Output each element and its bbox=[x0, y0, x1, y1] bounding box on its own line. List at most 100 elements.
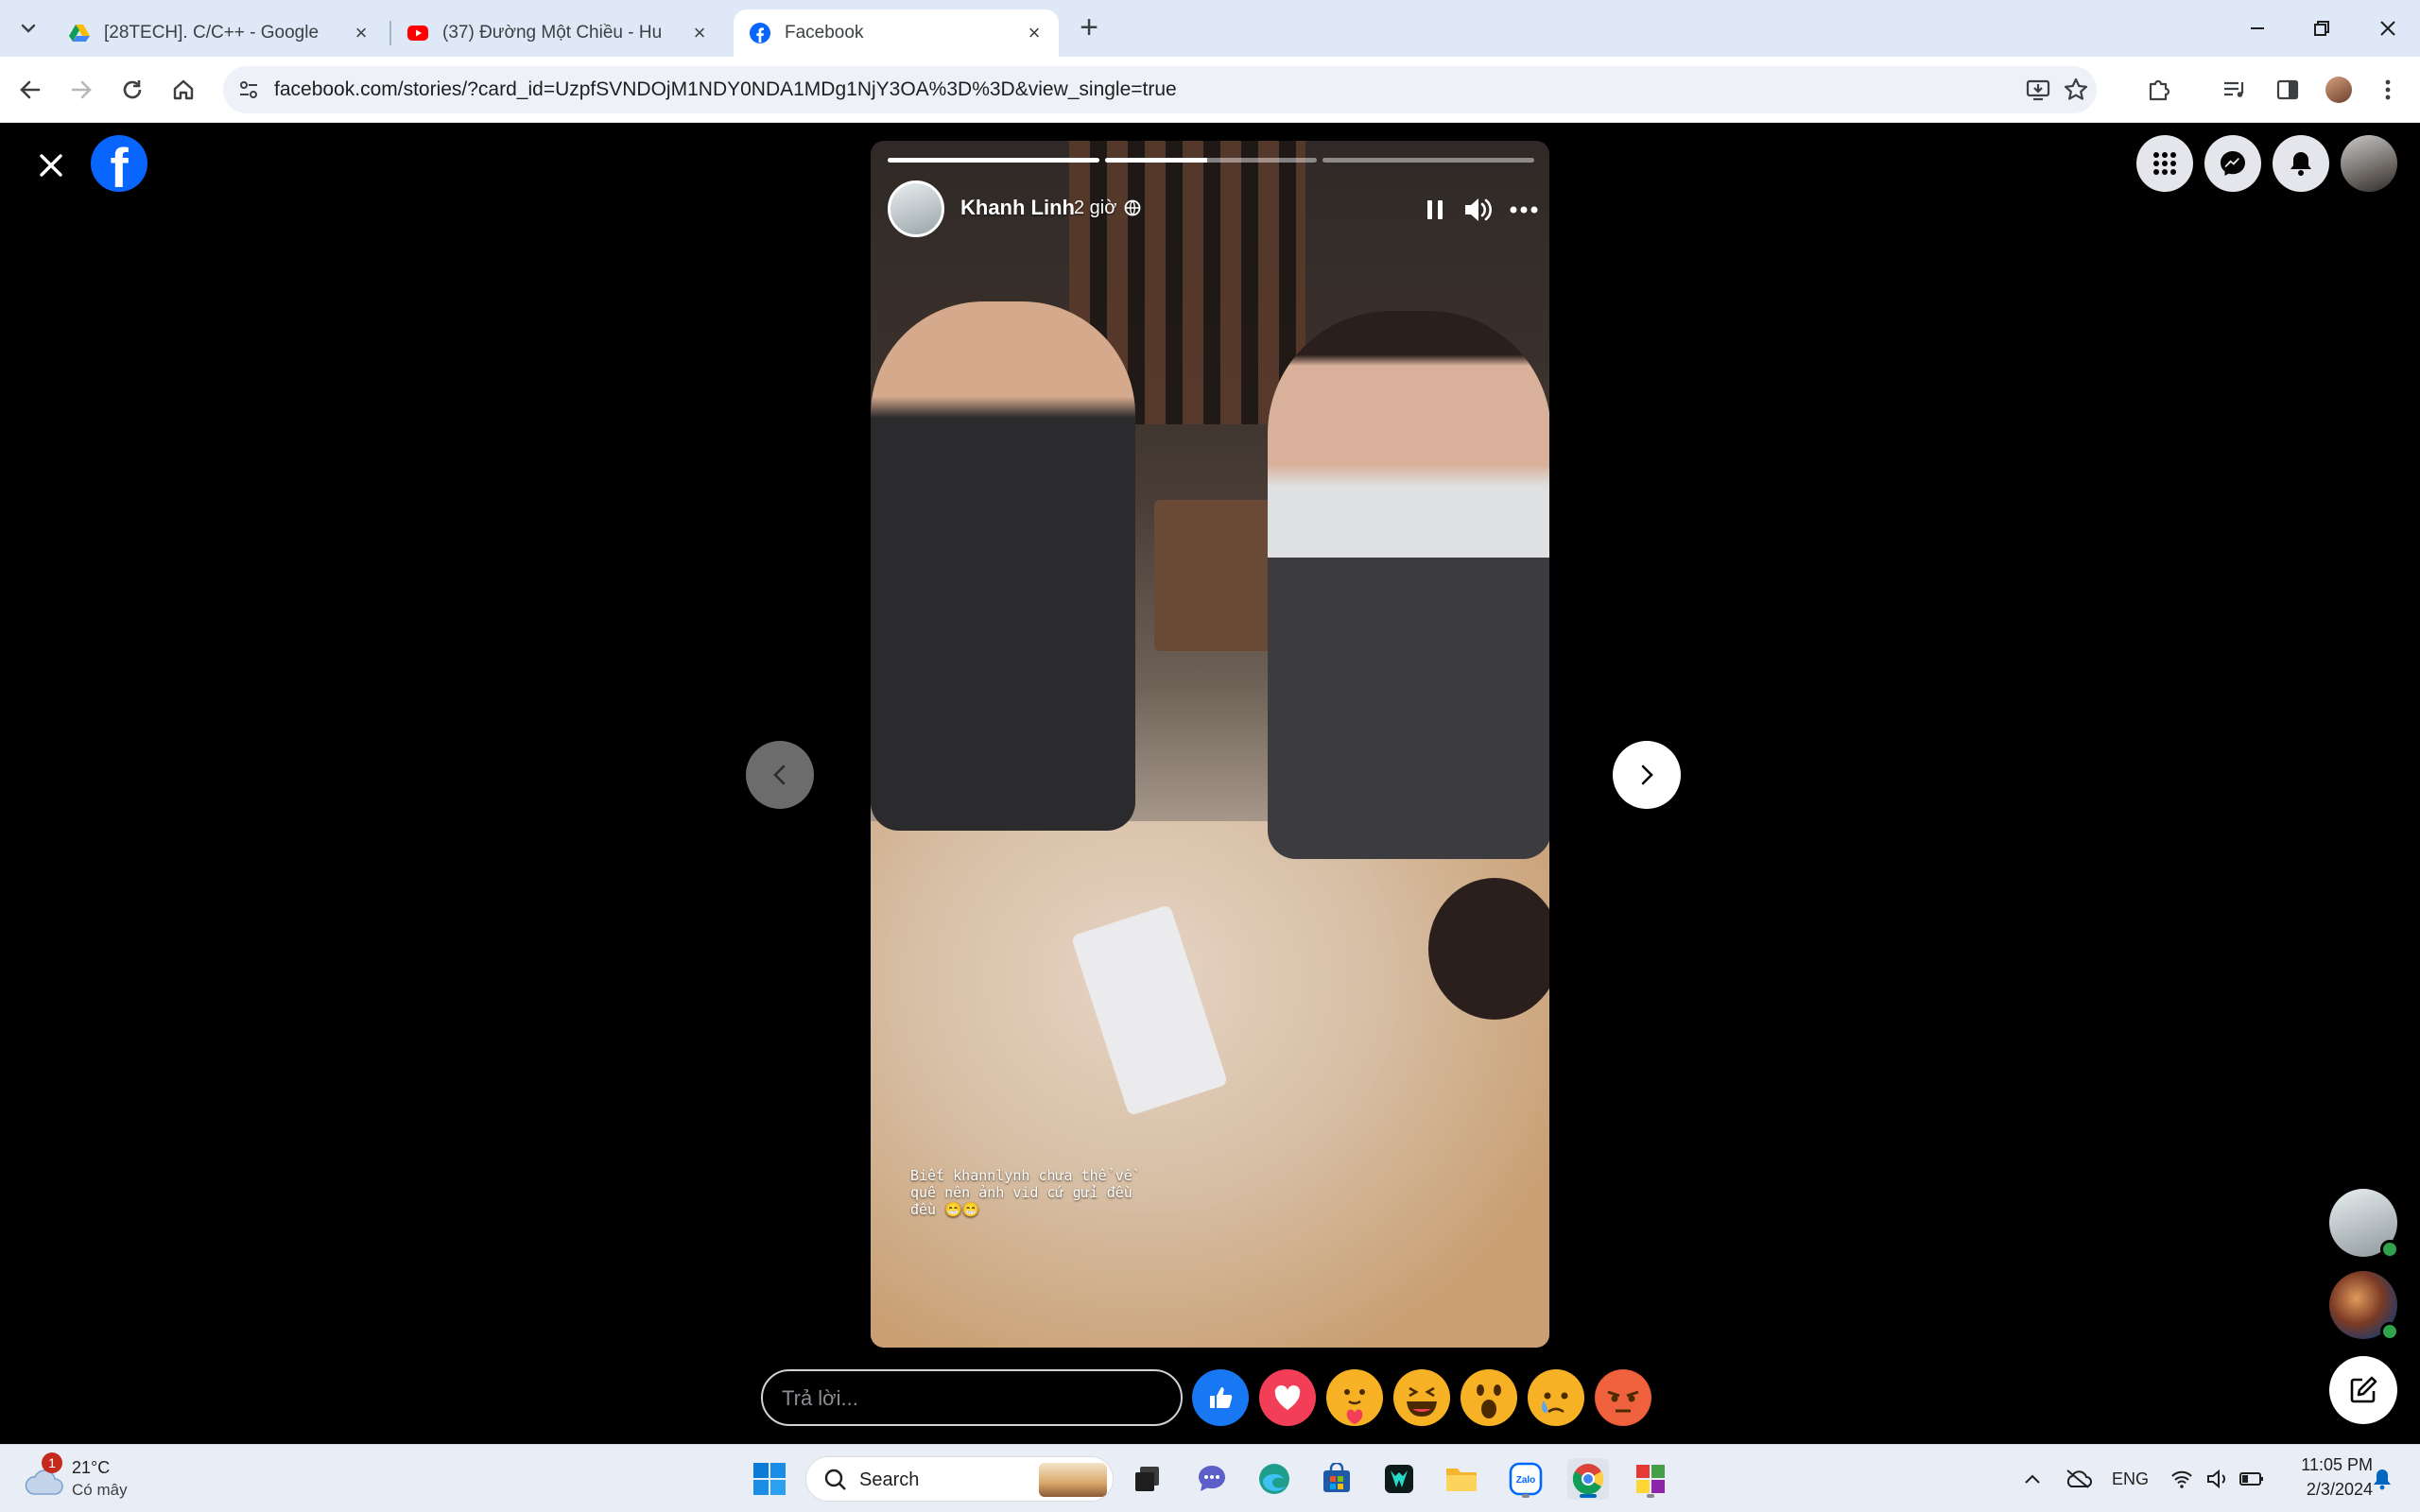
story-author-name[interactable]: Khanh Linh bbox=[960, 196, 1075, 220]
close-story-button[interactable] bbox=[32, 146, 70, 184]
bell-icon bbox=[2374, 1469, 2391, 1490]
puzzle-icon bbox=[2149, 79, 2170, 101]
show-hidden-icons-button[interactable] bbox=[2012, 1458, 2053, 1500]
next-story-button[interactable] bbox=[1613, 741, 1681, 809]
zalo-button[interactable]: Zalo bbox=[1505, 1458, 1547, 1500]
battery-icon bbox=[2239, 1472, 2263, 1486]
task-view-button[interactable] bbox=[1127, 1458, 1168, 1500]
new-tab-button[interactable]: + bbox=[1074, 11, 1104, 45]
reaction-love-button[interactable] bbox=[1259, 1369, 1316, 1426]
clock-time: 11:05 PM bbox=[2301, 1455, 2373, 1474]
close-tab-icon[interactable]: × bbox=[1023, 22, 1046, 44]
google-drive-icon bbox=[69, 25, 90, 42]
minimize-icon bbox=[2251, 27, 2264, 29]
chrome-menu-button[interactable] bbox=[2371, 73, 2405, 107]
profile-button[interactable] bbox=[2322, 73, 2356, 107]
speaker-icon bbox=[2207, 1469, 2225, 1489]
install-app-icon[interactable] bbox=[2025, 77, 2051, 103]
tab-youtube[interactable]: (37) Đường Một Chiều - Huỳnh Tú × bbox=[391, 9, 724, 57]
extensions-button[interactable] bbox=[2142, 73, 2176, 107]
reaction-haha-button[interactable] bbox=[1393, 1369, 1450, 1426]
account-avatar[interactable] bbox=[2341, 135, 2397, 192]
color-app-button[interactable] bbox=[1630, 1458, 1671, 1500]
url-text[interactable]: facebook.com/stories/?card_id=UzpfSVNDOj… bbox=[274, 78, 1177, 101]
close-window-button[interactable] bbox=[2371, 11, 2405, 45]
bookmark-star-icon[interactable] bbox=[2063, 77, 2089, 103]
facebook-logo[interactable]: f bbox=[91, 135, 147, 199]
create-story-button[interactable] bbox=[2329, 1356, 2397, 1424]
wifi-icon bbox=[2171, 1470, 2192, 1488]
volume-tray-button[interactable] bbox=[2199, 1458, 2237, 1500]
active-indicator bbox=[1580, 1494, 1597, 1498]
story-options-button[interactable] bbox=[1508, 194, 1540, 226]
minimize-button[interactable] bbox=[2240, 11, 2274, 45]
pause-button[interactable] bbox=[1419, 194, 1451, 226]
volume-button[interactable] bbox=[1462, 194, 1495, 226]
input-language[interactable]: ENG bbox=[2112, 1469, 2149, 1489]
story-tray-avatar-2[interactable] bbox=[2329, 1271, 2399, 1341]
close-tab-icon[interactable]: × bbox=[350, 22, 372, 44]
reaction-care-button[interactable] bbox=[1326, 1369, 1383, 1426]
notification-center-button[interactable] bbox=[2363, 1458, 2401, 1500]
story-tray-avatar-1[interactable] bbox=[2329, 1189, 2399, 1259]
wow-emoji-icon bbox=[1461, 1370, 1516, 1425]
file-explorer-button[interactable] bbox=[1441, 1458, 1482, 1500]
grid-menu-icon bbox=[2153, 152, 2176, 175]
reply-box[interactable] bbox=[761, 1369, 1183, 1426]
reaction-sad-button[interactable] bbox=[1528, 1369, 1584, 1426]
chrome-button[interactable] bbox=[1567, 1458, 1609, 1500]
home-button[interactable] bbox=[166, 73, 200, 107]
zalo-icon: Zalo bbox=[1509, 1462, 1543, 1496]
person-woman bbox=[1268, 311, 1549, 859]
microsoft-store-button[interactable] bbox=[1316, 1458, 1357, 1500]
reaction-like-button[interactable] bbox=[1192, 1369, 1249, 1426]
forward-button[interactable] bbox=[64, 73, 98, 107]
close-tab-icon[interactable]: × bbox=[688, 22, 711, 44]
onedrive-button[interactable] bbox=[2057, 1458, 2099, 1500]
tab-search-button[interactable] bbox=[13, 13, 43, 43]
tab-google-drive[interactable]: [28TECH]. C/C++ - Google Drive × bbox=[53, 9, 386, 57]
reaction-wow-button[interactable] bbox=[1461, 1369, 1517, 1426]
start-button[interactable] bbox=[749, 1458, 790, 1500]
story-author-avatar[interactable] bbox=[888, 180, 944, 237]
site-settings-icon[interactable] bbox=[236, 77, 261, 102]
menu-button[interactable] bbox=[2136, 135, 2193, 192]
haha-emoji-icon bbox=[1394, 1370, 1449, 1425]
tab-title: Facebook bbox=[785, 23, 864, 43]
story-progress-3 bbox=[1322, 158, 1534, 163]
battery-button[interactable] bbox=[2233, 1458, 2271, 1500]
media-control-button[interactable] bbox=[2218, 73, 2252, 107]
heart-icon bbox=[1274, 1385, 1301, 1410]
edge-browser-button[interactable] bbox=[1253, 1458, 1295, 1500]
weather-widget[interactable]: 1 21°C Có mây bbox=[21, 1452, 172, 1505]
restore-button[interactable] bbox=[2305, 11, 2339, 45]
messenger-button[interactable] bbox=[2204, 135, 2261, 192]
taskbar-search[interactable]: Search bbox=[805, 1456, 1114, 1502]
reload-button[interactable] bbox=[115, 73, 149, 107]
person-man bbox=[871, 301, 1135, 831]
tab-title: (37) Đường Một Chiều - Huỳnh Tú bbox=[442, 23, 662, 43]
youtube-icon bbox=[407, 26, 428, 41]
clock[interactable]: 11:05 PM 2/3/2024 bbox=[2278, 1452, 2373, 1502]
restore-icon bbox=[2314, 21, 2329, 36]
online-status-dot bbox=[2380, 1322, 2399, 1341]
search-highlight-image bbox=[1039, 1463, 1107, 1497]
previous-story-button[interactable] bbox=[746, 741, 814, 809]
reaction-angry-button[interactable] bbox=[1595, 1369, 1651, 1426]
arrow-left-icon bbox=[20, 80, 41, 99]
back-button[interactable] bbox=[13, 73, 47, 107]
notifications-button[interactable] bbox=[2273, 135, 2329, 192]
story-card[interactable]: Khanh Linh 2 giờ Biết khannlynh chưa thể… bbox=[871, 141, 1549, 1348]
clock-date: 2/3/2024 bbox=[2306, 1480, 2373, 1499]
reply-input[interactable] bbox=[782, 1383, 1160, 1415]
predator-sense-button[interactable] bbox=[1378, 1458, 1420, 1500]
more-horizontal-icon bbox=[1510, 206, 1538, 214]
address-bar[interactable]: facebook.com/stories/?card_id=UzpfSVNDOj… bbox=[223, 66, 2097, 113]
tab-facebook[interactable]: Facebook × bbox=[734, 9, 1059, 57]
side-panel-button[interactable] bbox=[2271, 73, 2305, 107]
predator-icon bbox=[1385, 1465, 1413, 1493]
kebab-menu-icon bbox=[2385, 79, 2391, 100]
teams-chat-button[interactable] bbox=[1191, 1458, 1233, 1500]
wifi-button[interactable] bbox=[2163, 1458, 2201, 1500]
bell-icon bbox=[2290, 152, 2311, 176]
